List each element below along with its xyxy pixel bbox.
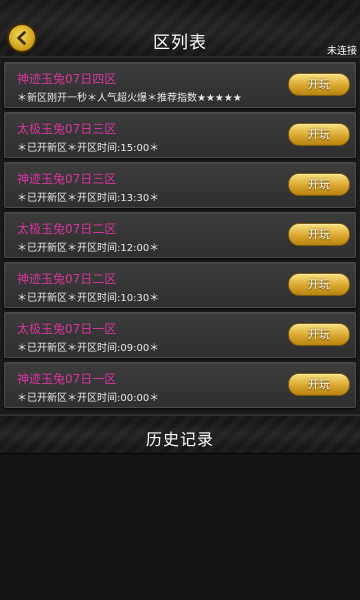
- server-description: ＊已开新区＊开区时间:15:00＊: [17, 143, 160, 154]
- history-list: [0, 454, 360, 600]
- page-title: 区列表: [153, 33, 207, 53]
- play-button[interactable]: 开玩: [288, 273, 350, 296]
- server-row[interactable]: 太极玉兔07日二区 ＊已开新区＊开区时间:12:00＊ 开玩: [4, 212, 356, 258]
- server-description: ＊已开新区＊开区时间:12:00＊: [17, 243, 160, 254]
- play-button[interactable]: 开玩: [288, 323, 350, 346]
- server-description: ＊已开新区＊开区时间:09:00＊: [17, 343, 160, 354]
- server-row[interactable]: 神迹玉兔07日一区 ＊已开新区＊开区时间:00:00＊ 开玩: [4, 362, 356, 408]
- server-row[interactable]: 太极玉兔07日一区 ＊已开新区＊开区时间:09:00＊ 开玩: [4, 312, 356, 358]
- server-description: ＊已开新区＊开区时间:13:30＊: [17, 193, 160, 204]
- server-description: ＊已开新区＊开区时间:10:30＊: [17, 293, 160, 304]
- server-name: 神迹玉兔07日一区: [17, 372, 117, 386]
- play-button[interactable]: 开玩: [288, 173, 350, 196]
- play-button[interactable]: 开玩: [288, 73, 350, 96]
- server-name: 神迹玉兔07日二区: [17, 272, 117, 286]
- server-row[interactable]: 神迹玉兔07日二区 ＊已开新区＊开区时间:10:30＊ 开玩: [4, 262, 356, 308]
- play-button[interactable]: 开玩: [288, 123, 350, 146]
- server-name: 太极玉兔07日三区: [17, 122, 117, 136]
- server-description: ＊新区刚开一秒＊人气超火爆＊推荐指数★★★★★: [17, 93, 242, 104]
- server-row[interactable]: 神迹玉兔07日四区 ＊新区刚开一秒＊人气超火爆＊推荐指数★★★★★ 开玩: [4, 62, 356, 108]
- server-description: ＊已开新区＊开区时间:00:00＊: [17, 393, 160, 404]
- play-button[interactable]: 开玩: [288, 223, 350, 246]
- history-title: 历史记录: [145, 430, 214, 449]
- server-list[interactable]: 神迹玉兔07日四区 ＊新区刚开一秒＊人气超火爆＊推荐指数★★★★★ 开玩 太极玉…: [0, 58, 360, 414]
- connection-status: 未连接: [327, 46, 357, 57]
- history-header: 历史记录: [0, 414, 360, 454]
- server-row[interactable]: 神迹玉兔07日三区 ＊已开新区＊开区时间:13:30＊ 开玩: [4, 162, 356, 208]
- server-row[interactable]: 太极玉兔07日三区 ＊已开新区＊开区时间:15:00＊ 开玩: [4, 112, 356, 158]
- server-name: 神迹玉兔07日四区: [17, 72, 117, 86]
- play-button[interactable]: 开玩: [288, 373, 350, 396]
- server-name: 神迹玉兔07日三区: [17, 172, 117, 186]
- top-bar: 区列表 未连接: [0, 0, 360, 58]
- server-name: 太极玉兔07日一区: [17, 322, 117, 336]
- server-name: 太极玉兔07日二区: [17, 222, 117, 236]
